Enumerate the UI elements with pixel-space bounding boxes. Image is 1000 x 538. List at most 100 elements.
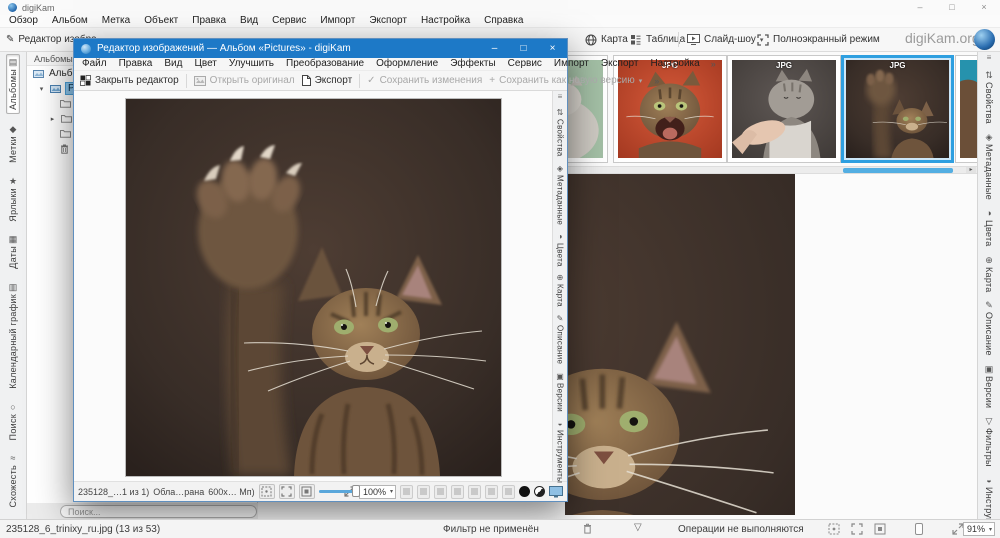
history-button-7[interactable] [502, 484, 515, 499]
scroll-right-icon[interactable]: ▸ [966, 167, 976, 173]
history-button-4[interactable] [451, 484, 464, 499]
right-tab-metadata[interactable]: ◈ Метаданные [984, 132, 994, 200]
right-tab-caption[interactable]: ✎ Описание [984, 301, 994, 356]
thumbnail-cell-selected-paw-cat[interactable]: JPG [841, 55, 954, 163]
scrollbar-thumb[interactable] [843, 168, 953, 173]
history-button-5[interactable] [468, 484, 481, 499]
fit-window-icon[interactable] [851, 523, 863, 535]
menu-settings[interactable]: Настройка [414, 15, 477, 27]
preview-image[interactable] [565, 174, 795, 515]
editor-menu-export[interactable]: Экспорт [595, 58, 645, 70]
editor-menu-enhance[interactable]: Улучшить [223, 58, 280, 70]
filter-funnel-icon[interactable]: ▽ [634, 522, 642, 533]
color-managed-view-button[interactable] [549, 485, 563, 498]
menu-help[interactable]: Справка [477, 15, 530, 27]
history-button-1[interactable] [400, 484, 413, 499]
menu-export[interactable]: Экспорт [362, 15, 414, 27]
history-button-2[interactable] [417, 484, 430, 499]
fit-selection-button[interactable] [298, 484, 315, 499]
toolbar-overflow-icon[interactable]: » [649, 75, 664, 87]
editor-tab-metadata[interactable]: ◈ Метаданные [556, 164, 565, 225]
sidebar-handle-icon[interactable]: ≡ [987, 54, 992, 62]
editor-menu-transform[interactable]: Преобразование [280, 58, 370, 70]
editor-menu-decorate[interactable]: Оформление [370, 58, 444, 70]
sidebar-tab-timeline[interactable]: ▥ Календарный график [7, 280, 19, 392]
editor-tab-caption[interactable]: ✎ Описание [556, 315, 565, 365]
close-button[interactable]: × [538, 39, 567, 58]
history-button-3[interactable] [434, 484, 447, 499]
sidebar-tab-tags[interactable]: ◆ Метки [7, 122, 19, 166]
editor-tab-colors[interactable]: ◑ Цвета [556, 232, 565, 266]
zoom-slider-knob[interactable] [915, 523, 923, 535]
close-editor-button[interactable]: Закрыть редактор [80, 75, 179, 86]
zoom-level-dropdown[interactable]: 91% ▾ [963, 522, 995, 536]
save-new-version-button[interactable]: + Сохранить как новую версию ▾ [489, 75, 642, 86]
minimize-button[interactable]: – [480, 39, 509, 58]
fullscreen-button[interactable]: Полноэкранный режим [757, 28, 880, 51]
expander-open-icon[interactable]: ▾ [37, 85, 46, 93]
menu-edit[interactable]: Правка [185, 15, 233, 27]
right-tab-versions[interactable]: ▣ Версии [984, 364, 994, 408]
menu-tools[interactable]: Сервис [265, 15, 313, 27]
search-input[interactable] [60, 505, 257, 518]
minimize-button[interactable]: – [904, 0, 936, 15]
digikam-app-icon [8, 3, 17, 12]
map-view-button[interactable]: Карта [585, 28, 628, 51]
expander-closed-icon[interactable]: ▸ [48, 115, 57, 123]
close-button[interactable]: × [968, 0, 1000, 15]
editor-zoom-dropdown[interactable]: 100% ▾ [359, 484, 396, 499]
editor-menu-import[interactable]: Импорт [548, 58, 595, 70]
editor-menu-color[interactable]: Цвет [188, 58, 222, 70]
editor-menu-edit[interactable]: Правка [113, 58, 159, 70]
table-view-button[interactable]: Таблица [630, 28, 685, 51]
sidebar-tab-dates[interactable]: ▦ Даты [7, 232, 19, 272]
editor-zoom-slider[interactable] [318, 485, 360, 497]
save-changes-button[interactable]: ✓ Сохранить изменения [367, 75, 482, 86]
editor-tab-tools[interactable]: ◒ Инструменты [556, 419, 565, 483]
sidebar-tab-similarity[interactable]: ≈ Схожесть [7, 451, 19, 511]
menu-overflow-icon[interactable]: » [706, 58, 721, 70]
editor-tab-versions[interactable]: ▣ Версии [556, 372, 565, 411]
right-tab-map[interactable]: ⊕ Карта [984, 255, 994, 292]
menu-tag[interactable]: Метка [95, 15, 137, 27]
right-tab-filters[interactable]: ▽ Фильтры [984, 417, 994, 467]
history-button-6[interactable] [485, 484, 498, 499]
thumbnail-image: JPG [846, 60, 949, 158]
editor-canvas[interactable] [74, 91, 552, 481]
maximize-button[interactable]: □ [509, 39, 538, 58]
editor-menu-view[interactable]: Вид [158, 58, 188, 70]
sidebar-tab-labels[interactable]: ★ Ярлыки [7, 174, 19, 225]
thumbnail-cell-gray-cat[interactable]: JPG [727, 55, 841, 163]
menu-item-entry[interactable]: Объект [137, 15, 185, 27]
editor-menu-effects[interactable]: Эффекты [444, 58, 501, 70]
trash-button[interactable] [583, 523, 592, 534]
zoom-100-icon[interactable] [874, 523, 886, 535]
editor-menu-settings[interactable]: Настройка [644, 58, 705, 70]
select-none-button[interactable] [258, 484, 275, 499]
menu-browse[interactable]: Обзор [2, 15, 45, 27]
editor-tab-properties[interactable]: ⇅ Свойства [556, 109, 565, 157]
underexposure-indicator-icon[interactable] [519, 486, 530, 497]
overexposure-indicator-icon[interactable] [534, 486, 545, 497]
menu-view[interactable]: Вид [233, 15, 265, 27]
editor-menu-file[interactable]: Файл [76, 58, 113, 70]
open-original-button[interactable]: Открыть оригинал [193, 75, 295, 86]
right-tab-colors[interactable]: ◑ Цвета [984, 208, 994, 246]
editor-tab-map[interactable]: ⊕ Карта [556, 274, 565, 307]
export-button[interactable]: Экспорт [301, 75, 352, 86]
thumbnail-cell-red-cat[interactable]: JPG [613, 55, 727, 163]
maximize-button[interactable]: □ [936, 0, 968, 15]
right-tab-properties[interactable]: ⇅ Свойства [984, 71, 994, 124]
zoom-fit-select-icon[interactable] [828, 523, 840, 535]
fit-window-button[interactable] [278, 484, 295, 499]
editor-zoom-knob[interactable] [351, 485, 360, 497]
menu-album[interactable]: Альбом [45, 15, 95, 27]
editor-menu-tools[interactable]: Сервис [502, 58, 548, 70]
menu-import[interactable]: Импорт [313, 15, 362, 27]
slideshow-button[interactable]: Слайд-шоу ▾ [687, 28, 763, 51]
sidebar-handle-icon[interactable]: ≡ [558, 93, 563, 101]
editor-titlebar[interactable]: Редактор изображений — Альбом «Pictures»… [74, 39, 567, 58]
sidebar-tab-albums[interactable]: ▤ Альбомы [6, 54, 20, 114]
sidebar-tab-search[interactable]: ○ Поиск [7, 400, 19, 443]
editor-menubar: Файл Правка Вид Цвет Улучшить Преобразов… [74, 58, 716, 71]
